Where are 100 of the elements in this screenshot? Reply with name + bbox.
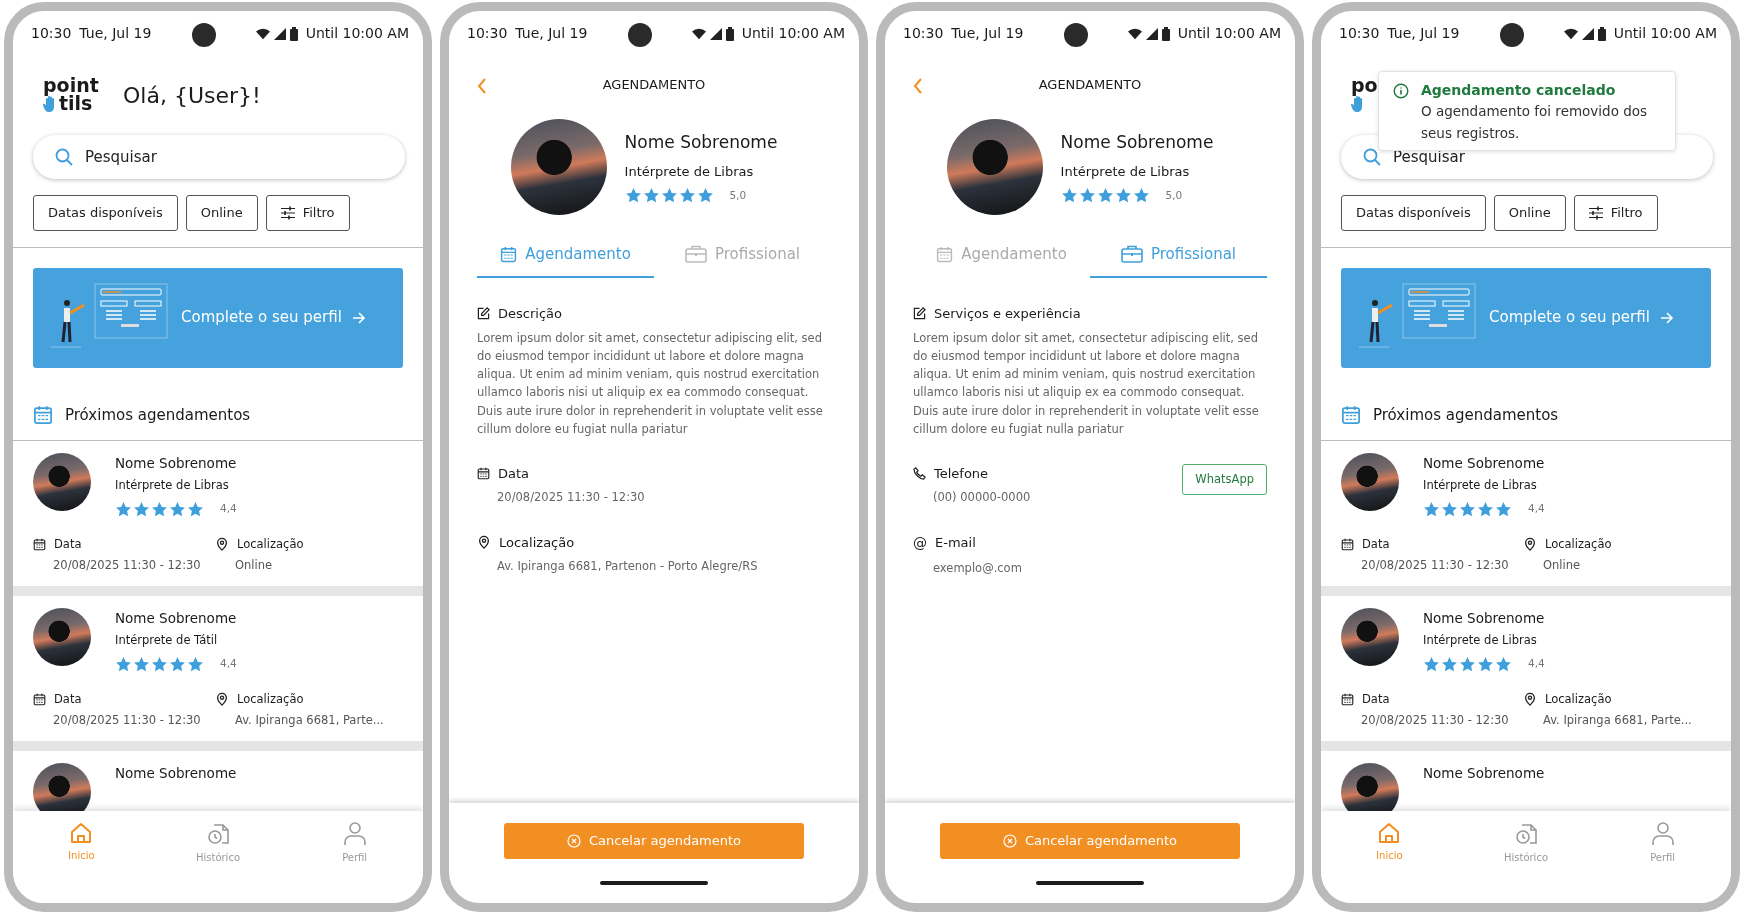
calendar-icon — [33, 404, 53, 425]
star-icon — [1423, 655, 1440, 673]
filter-button[interactable]: Datas disponíveis — [1341, 195, 1486, 231]
cancel-button[interactable]: Cancelar agendamento — [504, 823, 804, 859]
nav-tab[interactable]: Histórico — [173, 821, 263, 903]
interpreter-name: Nome Sobrenome — [115, 609, 237, 628]
filter-button[interactable]: Online — [185, 195, 258, 231]
section-heading: Serviços e experiência — [934, 304, 1081, 323]
briefcase-icon — [1120, 245, 1143, 264]
star-icon — [1495, 655, 1512, 673]
filter-button[interactable]: Filtro — [1573, 195, 1658, 231]
clock-document-icon — [1514, 822, 1538, 846]
nav-tab[interactable]: Inicio — [36, 821, 127, 903]
tab[interactable]: Agendamento — [913, 237, 1090, 278]
battery-icon — [725, 26, 734, 41]
filter-button[interactable]: Online — [1493, 195, 1566, 231]
section-heading: Telefone — [934, 464, 989, 483]
photo-placeholder — [33, 453, 91, 511]
star-icon — [1459, 500, 1476, 518]
rating-value: 4,4 — [1528, 656, 1545, 672]
section-heading: E-mail — [935, 534, 976, 553]
nav-tab[interactable]: Inicio — [1344, 821, 1435, 903]
status-date: Tue, Jul 19 — [951, 24, 1024, 43]
chevron-left-icon — [477, 77, 487, 94]
wifi-icon — [255, 27, 270, 40]
signal-icon — [1145, 27, 1158, 40]
filter-button[interactable]: Datas disponíveis — [33, 195, 178, 231]
clock-document-icon — [206, 822, 230, 846]
photo-placeholder — [1341, 608, 1399, 666]
interpreter-role: Intérprete de Libras — [1423, 477, 1538, 495]
edit-icon — [913, 306, 926, 320]
nav-tab[interactable]: Perfil — [309, 821, 400, 903]
star-icon — [660, 187, 678, 204]
status-time: 10:30 — [31, 24, 72, 43]
interpreter-name: Nome Sobrenome — [624, 131, 778, 154]
status-text: Until 10:00 AM — [1177, 24, 1281, 43]
section-title: Próximos agendamentos — [1373, 404, 1559, 426]
tab[interactable]: Profissional — [654, 237, 831, 278]
home-icon — [1378, 822, 1401, 844]
status-date: Tue, Jul 19 — [79, 24, 152, 43]
interpreter-role: Intérprete de Libras — [624, 162, 755, 181]
calendar-icon — [477, 467, 490, 481]
star-icon — [169, 500, 186, 518]
profile-banner[interactable]: Complete o seu perfil — [33, 267, 403, 368]
edit-icon — [477, 306, 490, 320]
camera-cutout — [627, 23, 652, 47]
section-text: Av. Ipiranga 6681, Partenon - Porto Alegre/RS — [496, 558, 759, 576]
battery-icon — [1161, 26, 1170, 41]
tab[interactable]: Agendamento — [477, 237, 654, 278]
calendar-icon — [1341, 692, 1354, 706]
rating-value: 4,4 — [220, 501, 237, 517]
status-time: 10:30 — [467, 24, 508, 43]
location-label: Localização — [1545, 690, 1612, 708]
calendar-icon — [500, 245, 518, 263]
whatsapp-button[interactable]: WhatsApp — [1182, 463, 1267, 496]
greeting: Olá, {User}! — [123, 81, 261, 110]
nav-tab[interactable]: Histórico — [1481, 821, 1571, 903]
location-label: Localização — [237, 690, 304, 708]
home-icon — [70, 822, 93, 844]
rating-value: 4,4 — [220, 656, 237, 672]
section-text: Lorem ipsum dolor sit amet, consectetur adipiscing elit, sed do eiusmod tempor incididunt ut labore et dolore magna aliqua. Ut enim ad minim veniam, quis nostrud exercitation ullamco laboris nisi ut aliquip ex ea commodo consequat. Duis aute irure dolor in reprehenderit in voluptate velit esse cillum dolore eu fugiat nulla pariatur — [913, 330, 1260, 438]
sliders-icon — [280, 205, 295, 220]
interpreter-role: Intérprete de Libras — [1060, 162, 1191, 181]
status-date: Tue, Jul 19 — [1387, 24, 1460, 43]
location-pin-icon — [1523, 692, 1537, 707]
profile-banner[interactable]: Complete o seu perfil — [1341, 267, 1711, 368]
nav-tab[interactable]: Perfil — [1617, 821, 1708, 903]
close-circle-icon — [1002, 834, 1017, 848]
location-pin-icon — [215, 537, 229, 552]
search-field[interactable]: Pesquisar — [33, 135, 405, 179]
star-icon — [187, 500, 204, 518]
status-date: Tue, Jul 19 — [515, 24, 588, 43]
calendar-icon — [1341, 537, 1354, 551]
interpreter-name: Nome Sobrenome — [1423, 454, 1545, 473]
location-pin-icon — [215, 692, 229, 707]
screen-title: AGENDAMENTO — [602, 77, 706, 93]
star-icon — [169, 655, 186, 673]
briefcase-icon — [684, 245, 707, 264]
cancel-button[interactable]: Cancelar agendamento — [940, 823, 1240, 859]
tab[interactable]: Profissional — [1090, 237, 1267, 278]
status-text: Until 10:00 AM — [1613, 24, 1717, 43]
date-label: Data — [1362, 690, 1390, 708]
section-text: exemplo@.com — [932, 559, 1023, 577]
location-value: Online — [234, 556, 274, 574]
filter-button[interactable]: Filtro — [265, 195, 350, 231]
location-pin-icon — [477, 535, 491, 550]
calendar-icon — [33, 692, 46, 706]
photo-placeholder — [33, 608, 91, 666]
date-label: Data — [1362, 535, 1390, 553]
star-icon — [696, 187, 714, 204]
date-value: 20/08/2025 11:30 - 12:30 — [1360, 711, 1510, 729]
interpreter-role: Intérprete de Libras — [115, 477, 230, 495]
photo-placeholder — [33, 763, 91, 811]
star-icon — [1441, 655, 1458, 673]
phone-number: (00) 00000-0000 — [932, 489, 1031, 507]
interpreter-name: Nome Sobrenome — [115, 764, 237, 783]
star-icon — [1096, 187, 1114, 204]
rating-value: 5,0 — [729, 187, 747, 203]
at-sign-icon: @ — [913, 532, 927, 554]
banner-text: Complete o seu perfil — [1489, 307, 1650, 329]
